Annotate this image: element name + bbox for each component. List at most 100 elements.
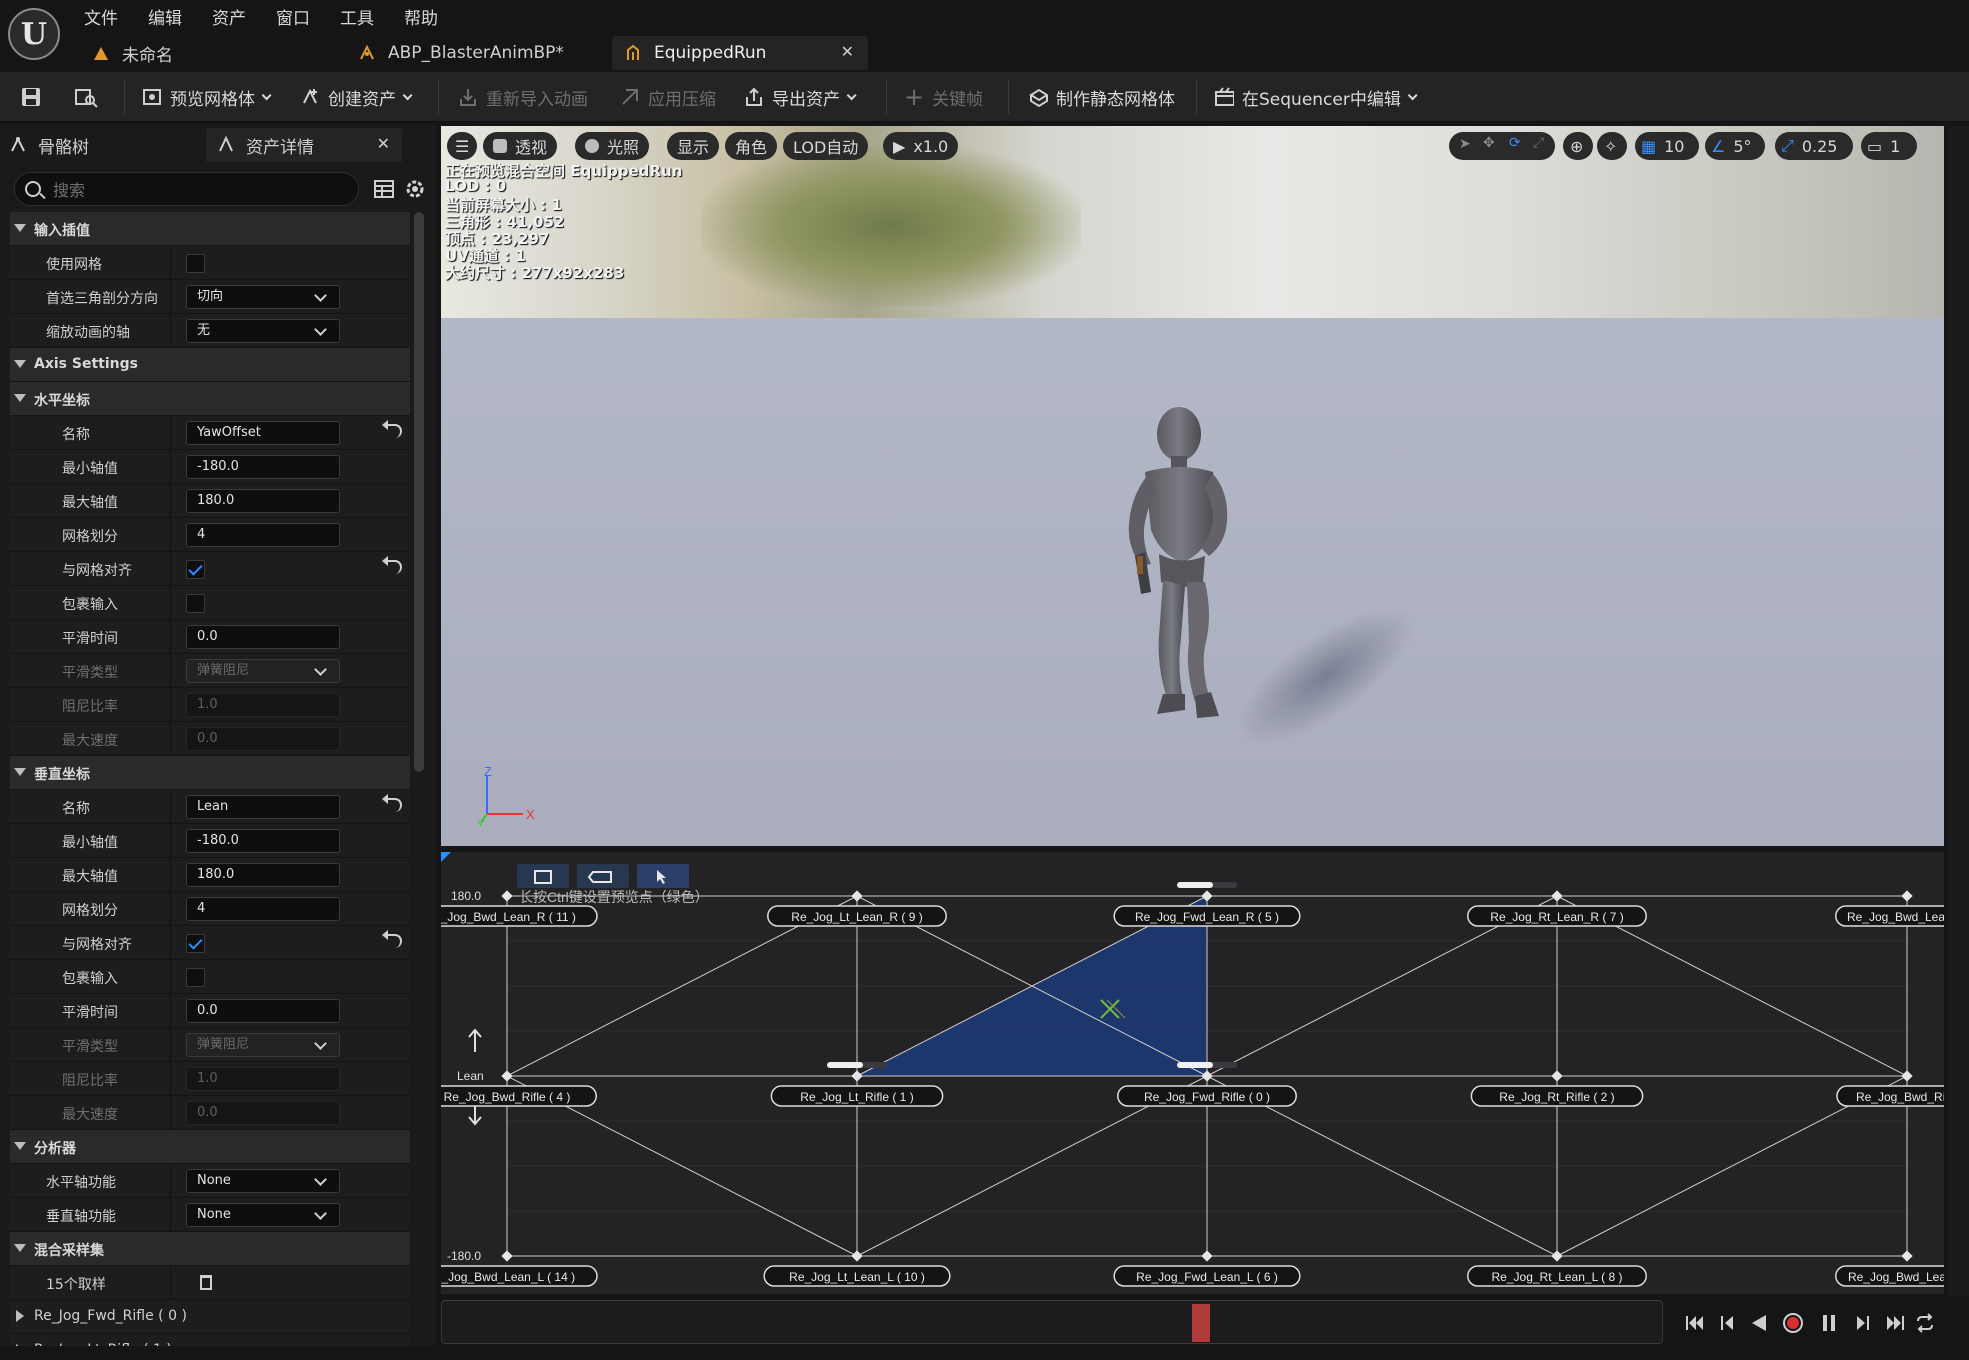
sample-point[interactable] <box>1901 1250 1913 1262</box>
property-dropdown[interactable]: None <box>186 1169 340 1193</box>
sample-point[interactable] <box>1551 1070 1563 1082</box>
sample-point[interactable] <box>851 1070 863 1082</box>
sample-point[interactable] <box>501 890 513 902</box>
reset-to-default-icon[interactable] <box>382 930 402 948</box>
property-value-field[interactable]: 180.0 <box>186 489 340 513</box>
export-asset-button[interactable]: 导出资产 <box>744 82 857 112</box>
sample-point[interactable] <box>1901 1070 1913 1082</box>
perspective-button[interactable]: 透视 <box>483 132 558 160</box>
property-value-field[interactable]: -180.0 <box>186 829 340 853</box>
loop-icon[interactable] <box>1914 1312 1936 1334</box>
property-checkbox[interactable] <box>186 254 205 273</box>
menu-window[interactable]: 窗口 <box>276 4 310 29</box>
collapsed-arrow-icon[interactable] <box>16 1310 24 1322</box>
pause-icon[interactable] <box>1818 1312 1840 1334</box>
property-value-field[interactable]: Lean <box>186 795 340 819</box>
details-scrollbar[interactable] <box>414 212 424 772</box>
property-value-field[interactable]: -180.0 <box>186 455 340 479</box>
viewport-menu-button[interactable]: ☰ <box>447 132 477 160</box>
save-button[interactable] <box>20 82 42 112</box>
create-asset-button[interactable]: 创建资产 <box>300 82 413 112</box>
expand-arrow-icon[interactable] <box>14 224 26 232</box>
make-static-mesh-button[interactable]: 制作静态网格体 <box>1028 82 1175 112</box>
reimport-animation-button[interactable]: 重新导入动画 <box>458 82 588 112</box>
browse-asset-button[interactable] <box>74 82 98 112</box>
tab-anim-blueprint[interactable]: ABP_BlasterAnimBP* <box>346 36 606 70</box>
property-dropdown[interactable]: 弹簧阻尼 <box>186 659 340 683</box>
property-value-field[interactable]: 4 <box>186 897 340 921</box>
menu-asset[interactable]: 资产 <box>212 4 246 29</box>
section-header[interactable]: 水平坐标 <box>10 382 410 416</box>
delete-trash-icon[interactable] <box>200 1275 212 1290</box>
playhead[interactable] <box>1192 1304 1210 1342</box>
section-header[interactable]: 分析器 <box>10 1130 410 1164</box>
character-button[interactable]: 角色 <box>725 132 778 160</box>
show-button[interactable]: 显示 <box>667 132 720 160</box>
lighting-button[interactable]: 光照 <box>575 132 650 160</box>
play-speed-button[interactable]: ▶ x1.0 <box>883 132 959 160</box>
menu-help[interactable]: 帮助 <box>404 4 438 29</box>
sample-point[interactable] <box>501 1250 513 1262</box>
camera-speed-button[interactable]: ▭ 1 <box>1861 132 1917 160</box>
select-icon[interactable]: ➤ <box>1459 136 1471 152</box>
property-value-field[interactable]: 0.0 <box>186 727 340 751</box>
translate-icon[interactable]: ✥ <box>1483 135 1495 151</box>
expand-arrow-icon[interactable] <box>14 768 26 776</box>
rotation-snap-button[interactable]: ∠ 5° <box>1705 132 1765 160</box>
close-tab-icon[interactable]: ✕ <box>841 42 854 61</box>
section-header[interactable]: 输入插值 <box>10 212 410 246</box>
property-value-field[interactable]: 4 <box>186 523 340 547</box>
tab-skeleton-tree[interactable]: 骨骼树 <box>8 128 89 162</box>
scale-icon[interactable]: ⤢ <box>1533 135 1544 151</box>
property-value-field[interactable]: 1.0 <box>186 693 340 717</box>
grid-snap-button[interactable]: ▦ 10 <box>1635 132 1699 160</box>
expand-arrow-icon[interactable] <box>14 394 26 402</box>
property-value-field[interactable]: 0.0 <box>186 625 340 649</box>
property-dropdown[interactable]: 切向 <box>186 285 340 309</box>
reset-to-default-icon[interactable] <box>382 420 402 438</box>
property-value-field[interactable]: 0.0 <box>186 999 340 1023</box>
section-header[interactable]: 垂直坐标 <box>10 756 410 790</box>
timeline-scrubber[interactable] <box>441 1300 1663 1344</box>
lod-auto-button[interactable]: LOD自动 <box>783 132 869 160</box>
tab-equipped-run[interactable]: EquippedRun ✕ <box>612 36 868 70</box>
blend-space-canvas[interactable]: 180.0 -180.0 Lean 长按Ctrl键设置预览点（绿色） Re_Jog_Bw… <box>441 852 1944 1294</box>
world-space-button[interactable]: ⊕ <box>1563 132 1593 160</box>
property-dropdown[interactable]: 无 <box>186 319 340 343</box>
property-value-field[interactable]: 1.0 <box>186 1067 340 1091</box>
sample-point[interactable] <box>1201 1250 1213 1262</box>
property-checkbox[interactable] <box>186 934 205 953</box>
expand-arrow-icon[interactable] <box>14 1142 26 1150</box>
sample-point[interactable] <box>1901 890 1913 902</box>
section-header[interactable]: 混合采样集 <box>10 1232 410 1266</box>
property-value-field[interactable]: 180.0 <box>186 863 340 887</box>
record-icon[interactable] <box>1782 1312 1804 1334</box>
menu-tools[interactable]: 工具 <box>340 4 374 29</box>
property-dropdown[interactable]: 弹簧阻尼 <box>186 1033 340 1057</box>
tab-asset-details[interactable]: 资产详情 ✕ <box>206 128 402 162</box>
pan-mode-icon[interactable] <box>577 864 629 888</box>
preview-viewport[interactable]: ☰ 透视 光照 显示 角色 LOD自动 ▶ x1.0 ➤ ✥ ⟳ ⤢ ⊕ ✧ ▦ 1… <box>441 126 1944 846</box>
reset-to-default-icon[interactable] <box>382 794 402 812</box>
unreal-logo-icon[interactable]: U <box>8 8 60 60</box>
edit-in-sequencer-button[interactable]: 在Sequencer中编辑 <box>1214 82 1418 112</box>
sample-point[interactable] <box>851 1250 863 1262</box>
property-row[interactable]: Re_Jog_Fwd_Rifle ( 0 ) <box>10 1300 410 1334</box>
expand-arrow-icon[interactable] <box>14 1244 26 1252</box>
property-checkbox[interactable] <box>186 968 205 987</box>
property-checkbox[interactable] <box>186 594 205 613</box>
table-view-icon[interactable] <box>374 180 394 198</box>
apply-compression-button[interactable]: 应用压缩 <box>620 82 716 112</box>
section-header[interactable]: Axis Settings <box>10 348 410 382</box>
select-mode-icon[interactable] <box>517 864 569 888</box>
property-value-field[interactable]: 0.0 <box>186 1101 340 1125</box>
step-back-icon[interactable] <box>1716 1312 1738 1334</box>
skip-to-end-icon[interactable] <box>1884 1312 1906 1334</box>
settings-gear-icon[interactable] <box>404 178 426 200</box>
skip-to-start-icon[interactable] <box>1684 1312 1706 1334</box>
property-dropdown[interactable]: None <box>186 1203 340 1227</box>
step-forward-icon[interactable] <box>1852 1312 1874 1334</box>
property-checkbox[interactable] <box>186 560 205 579</box>
tab-untitled-level[interactable]: 未命名 <box>80 36 340 70</box>
preview-mesh-button[interactable]: 预览网格体 <box>142 82 272 112</box>
